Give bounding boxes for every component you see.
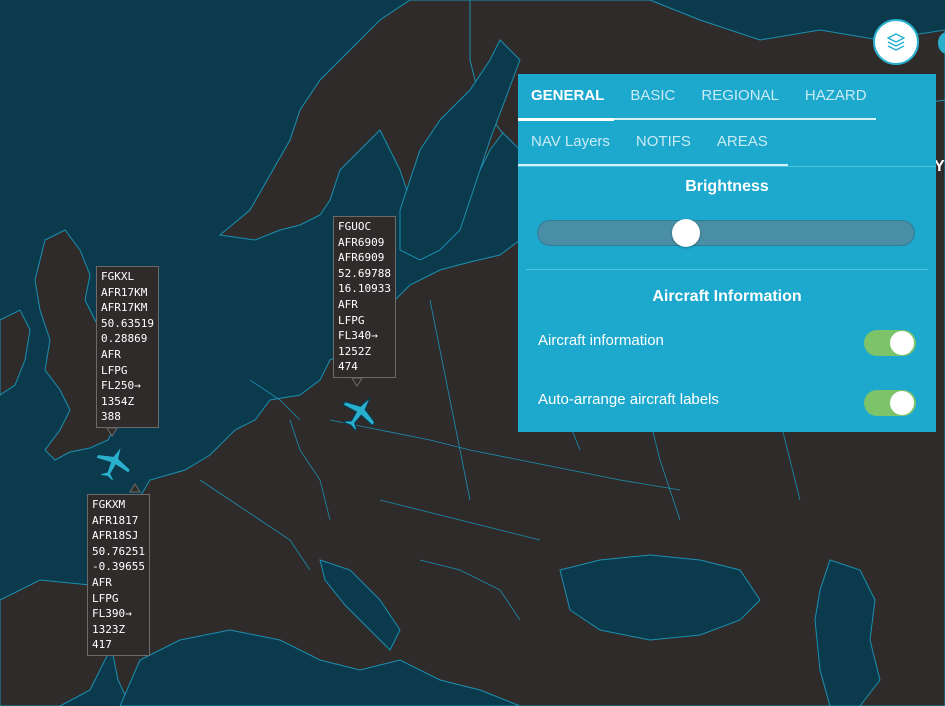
layers-icon	[887, 33, 905, 51]
brightness-title: Brightness	[685, 178, 769, 195]
flight-label-line: FL250→	[101, 379, 141, 393]
tab-nav-layers[interactable]: NAV Layers	[518, 120, 623, 166]
flight-label[interactable]: FGUOC AFR6909 AFR6909 52.69788 16.10933 …	[333, 216, 396, 378]
flight-label-line: AFR1817	[92, 513, 139, 527]
flight-label-line: AFR	[338, 297, 358, 311]
layers-button[interactable]	[873, 19, 919, 65]
aircraft-information-toggle[interactable]	[864, 330, 916, 356]
flight-label-line: AFR17KM	[101, 285, 148, 299]
flight-label-line: AFR	[101, 347, 121, 361]
flight-label-line: 474	[338, 360, 358, 374]
tab-notifs[interactable]: NOTIFS	[623, 120, 704, 166]
flight-label-line: FL340→	[338, 329, 378, 343]
flight-label-line: 50.63519	[101, 316, 154, 330]
toggle-knob	[890, 331, 914, 355]
tab-regional[interactable]: REGIONAL	[688, 74, 792, 120]
flight-label-line: 0.28869	[101, 332, 148, 346]
aircraft-icon[interactable]	[338, 390, 382, 434]
flight-label-line: FGKXM	[92, 498, 126, 511]
tab-areas[interactable]: AREAS	[704, 120, 781, 166]
auto-arrange-labels-toggle[interactable]	[864, 390, 916, 416]
flight-label-line: AFR18SJ	[92, 529, 139, 543]
flight-label-line: AFR6909	[338, 251, 385, 265]
flight-label-line: FGKXL	[101, 270, 135, 283]
flight-label-line: -0.39655	[92, 560, 145, 574]
flight-label-line: 1323Z	[92, 622, 126, 636]
flight-label-line: LFPG	[92, 591, 119, 605]
flight-label-line: 1252Z	[338, 344, 372, 358]
flight-label-line: AFR	[92, 575, 112, 589]
auto-arrange-labels-label: Auto-arrange aircraft labels	[538, 391, 719, 408]
flight-label-line: 417	[92, 638, 112, 652]
aircraft-icon[interactable]	[92, 440, 136, 484]
flight-label-line: 16.10933	[338, 282, 391, 296]
divider	[518, 166, 936, 167]
flight-label-line: 50.76251	[92, 544, 145, 558]
tab-general[interactable]: GENERAL	[518, 74, 617, 120]
flight-label-line: AFR6909	[338, 235, 385, 249]
aircraft-information-title: Aircraft Information	[652, 288, 802, 305]
flight-label-line: 388	[101, 410, 121, 424]
brightness-slider[interactable]	[537, 220, 915, 246]
aircraft-information-label: Aircraft information	[538, 332, 664, 349]
flight-label-line: AFR17KM	[101, 301, 148, 315]
tab-row-primary: GENERAL BASIC REGIONAL HAZARD	[518, 74, 880, 120]
flight-label-line: LFPG	[101, 363, 128, 377]
tab-hazard[interactable]: HAZARD	[792, 74, 880, 120]
flight-label-line: FGUOC	[338, 220, 372, 233]
brightness-slider-thumb[interactable]	[671, 219, 700, 247]
flight-label-line: 52.69788	[338, 266, 391, 280]
flight-label-line: 1354Z	[101, 394, 135, 408]
layers-settings-panel: GENERAL BASIC REGIONAL HAZARD NAV Layers…	[518, 74, 936, 432]
tab-row-secondary: NAV Layers NOTIFS AREAS	[518, 120, 781, 166]
flight-label-line: LFPG	[338, 313, 365, 327]
toggle-knob	[890, 391, 914, 415]
flight-label[interactable]: FGKXM AFR1817 AFR18SJ 50.76251 -0.39655 …	[87, 494, 150, 656]
flight-label[interactable]: FGKXL AFR17KM AFR17KM 50.63519 0.28869 A…	[96, 266, 159, 428]
tab-basic[interactable]: BASIC	[617, 74, 688, 120]
divider	[526, 269, 928, 270]
flight-label-line: FL390→	[92, 607, 132, 621]
